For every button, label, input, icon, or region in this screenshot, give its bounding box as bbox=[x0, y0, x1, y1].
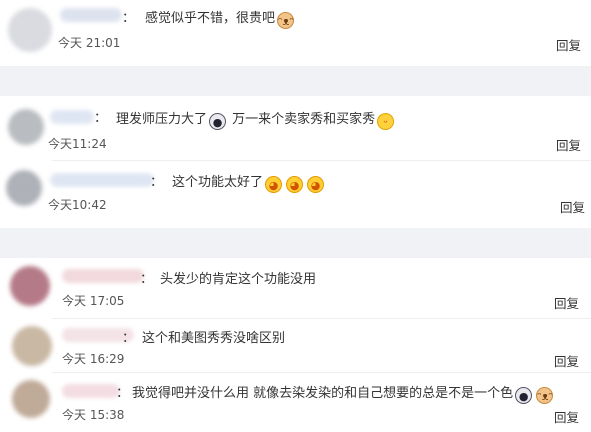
cat-emoji-icon: ᵔᴥᵔ bbox=[277, 12, 295, 29]
username[interactable] bbox=[62, 269, 144, 283]
comment-card: ： 感觉似乎不错，很贵吧 ᵔᴥᵔ 今天 21:01 回复 bbox=[0, 0, 591, 66]
avatar[interactable] bbox=[12, 326, 52, 366]
avatar[interactable] bbox=[12, 380, 50, 418]
comment-time: 今天10:42 bbox=[48, 198, 107, 212]
reply-button[interactable]: 回复 bbox=[554, 407, 579, 426]
reply-button[interactable]: 回复 bbox=[556, 35, 581, 54]
shy-emoji-icon: ◕ bbox=[265, 176, 283, 193]
cat-emoji-icon: ᵔᴥᵔ bbox=[536, 387, 554, 404]
divider bbox=[52, 160, 591, 161]
comment-card: ： 理发师压力大了 ● 万一来个卖家秀和买家秀 ᵕ 今天11:24 回复 ： 这个功… bbox=[0, 96, 591, 228]
avatar[interactable] bbox=[8, 109, 44, 145]
comment-text: 这个和美图秀秀没啥区别 bbox=[142, 331, 286, 346]
comment-card: ： 头发少的肯定这个功能没用 今天 17:05 回复 ： 这个和美图秀秀没啥区别… bbox=[0, 258, 591, 432]
colon: ： bbox=[140, 272, 154, 287]
avatar[interactable] bbox=[6, 170, 42, 206]
comment-time: 今天 16:29 bbox=[62, 352, 125, 366]
colon: ： bbox=[116, 386, 130, 401]
reply-button[interactable]: 回复 bbox=[554, 351, 579, 370]
username[interactable] bbox=[60, 8, 122, 22]
comment-text: 理发师压力大了 ● 万一来个卖家秀和买家秀 ᵕ bbox=[116, 108, 396, 130]
reply-button[interactable]: 回复 bbox=[554, 293, 579, 312]
panda-emoji-icon: ● bbox=[515, 387, 533, 404]
comment-text: 感觉似乎不错，很贵吧 ᵔᴥᵔ bbox=[145, 11, 295, 29]
colon: ： bbox=[150, 175, 164, 190]
avatar[interactable] bbox=[10, 266, 50, 306]
colon: ： bbox=[122, 11, 136, 26]
reply-button[interactable]: 回复 bbox=[560, 197, 585, 216]
comment-time: 今天 21:01 bbox=[58, 36, 121, 50]
comment-text: 头发少的肯定这个功能没用 bbox=[160, 272, 317, 287]
comment-time: 今天11:24 bbox=[48, 137, 107, 151]
colon: ： bbox=[122, 331, 136, 346]
username[interactable] bbox=[62, 384, 120, 398]
yum-emoji-icon: ᵕ bbox=[377, 113, 395, 130]
username[interactable] bbox=[50, 173, 154, 187]
panda-emoji-icon: ● bbox=[209, 113, 227, 130]
shy-emoji-icon: ◕ bbox=[307, 176, 325, 193]
comment-time: 今天 17:05 bbox=[62, 294, 125, 308]
username[interactable] bbox=[50, 110, 94, 124]
divider bbox=[52, 318, 591, 319]
avatar[interactable] bbox=[8, 8, 52, 52]
comment-text: 我觉得吧并没什么用 就像去染发染的和自己想要的总是不是一个色 ● ᵔᴥᵔ bbox=[132, 386, 554, 404]
comment-time: 今天 15:38 bbox=[62, 408, 125, 422]
colon: ： bbox=[94, 111, 108, 126]
reply-button[interactable]: 回复 bbox=[556, 135, 581, 154]
shy-emoji-icon: ◕ bbox=[286, 176, 304, 193]
divider bbox=[52, 372, 591, 373]
comment-text: 这个功能太好了 ◕ ◕ ◕ bbox=[172, 171, 326, 193]
